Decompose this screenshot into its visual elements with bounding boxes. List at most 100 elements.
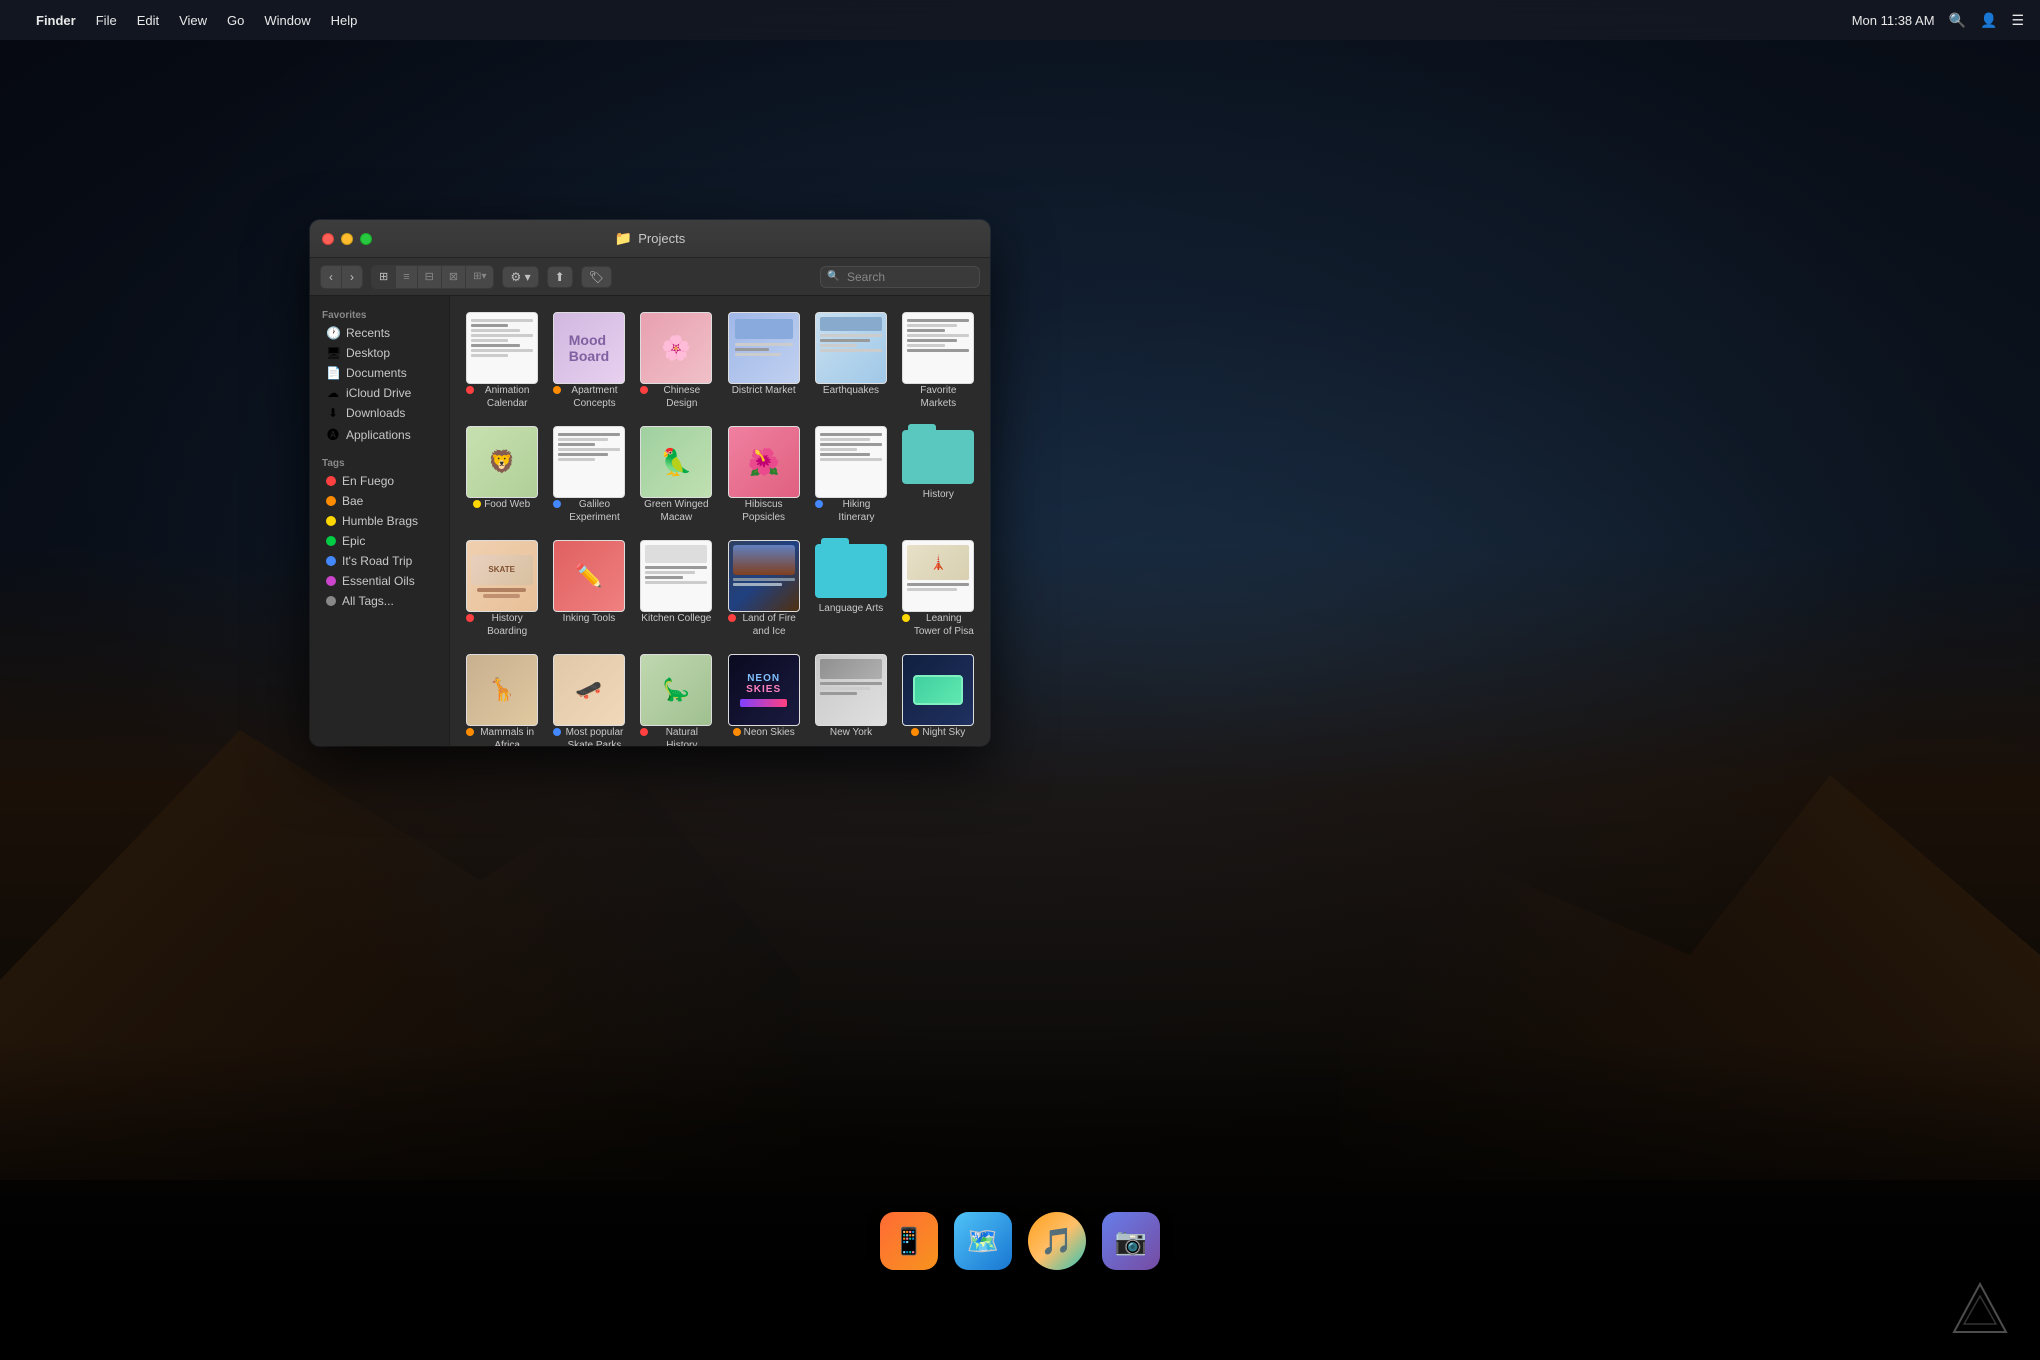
dock-icon-3[interactable]: 🎵 [1028, 1212, 1086, 1270]
file-favorite-markets[interactable]: Favorite Markets [897, 306, 980, 416]
file-history-boarding[interactable]: SKATE History Boarding [460, 534, 543, 644]
file-new-york[interactable]: New York [809, 648, 892, 746]
minimize-button[interactable] [341, 233, 353, 245]
search-input[interactable]: Search [820, 266, 980, 288]
view-gallery-mode[interactable]: ⊠ [442, 266, 466, 288]
essential-oils-dot [326, 576, 336, 586]
help-menu[interactable]: Help [331, 13, 358, 28]
file-leaning-tower[interactable]: 🗼 Leaning Tower of Pisa [897, 534, 980, 644]
audience-area: 📱 🗺️ 🎵 📷 [0, 1040, 2040, 1360]
animation-calendar-thumb [466, 312, 538, 384]
file-night-sky[interactable]: Night Sky [897, 648, 980, 746]
view-mode-buttons: ⊞ ≡ ⊟ ⊠ ⊞▾ [371, 265, 494, 289]
sidebar-item-applications[interactable]: 🅐 Applications [314, 423, 445, 446]
close-button[interactable] [322, 233, 334, 245]
bae-label: Bae [342, 494, 363, 508]
epic-dot [326, 536, 336, 546]
sidebar-tag-essential-oils[interactable]: Essential Oils [314, 571, 445, 591]
sidebar-item-recents[interactable]: 🕐 Recents [314, 323, 445, 343]
sidebar-tag-epic[interactable]: Epic [314, 531, 445, 551]
natural-history-name: Natural History [640, 726, 712, 746]
file-galileo[interactable]: Galileo Experiment [547, 420, 630, 530]
edit-menu[interactable]: Edit [137, 13, 159, 28]
apartment-concepts-name: Apartment Concepts [553, 384, 625, 410]
bae-dot [326, 496, 336, 506]
green-macaw-thumb: 🦜 [640, 426, 712, 498]
view-menu[interactable]: View [179, 13, 207, 28]
maximize-button[interactable] [360, 233, 372, 245]
file-language-arts[interactable]: Language Arts [809, 534, 892, 644]
sidebar-item-icloud[interactable]: ☁ iCloud Drive [314, 383, 445, 403]
window-menu[interactable]: Window [264, 13, 310, 28]
view-list-mode[interactable]: ≡ [396, 266, 417, 288]
language-arts-folder-thumb [815, 540, 887, 598]
menu-menubar-icon[interactable]: ☰ [2011, 12, 2024, 29]
apartment-concepts-thumb: MoodBoard [553, 312, 625, 384]
dock-icon-2[interactable]: 🗺️ [954, 1212, 1012, 1270]
history-folder-thumb [902, 426, 974, 484]
sidebar-item-documents[interactable]: 📄 Documents [314, 363, 445, 383]
view-extra-mode[interactable]: ⊞▾ [466, 266, 493, 288]
menubar-left: Finder File Edit View Go Window Help [16, 13, 1852, 28]
file-inking-tools[interactable]: ✏️ Inking Tools [547, 534, 630, 644]
sidebar-item-desktop[interactable]: 🖥 Desktop [314, 343, 445, 363]
file-history[interactable]: History [897, 420, 980, 530]
sidebar-tag-bae[interactable]: Bae [314, 491, 445, 511]
file-mammals-africa[interactable]: 🦒 Mammals in Africa [460, 648, 543, 746]
hiking-name: Hiking Itinerary [815, 498, 887, 524]
new-york-name: New York [830, 726, 872, 739]
language-arts-name: Language Arts [819, 602, 884, 615]
inking-tools-name: Inking Tools [563, 612, 616, 625]
road-trip-label: It's Road Trip [342, 554, 412, 568]
skate-dot [553, 728, 561, 736]
file-skate-parks[interactable]: 🛹 Most popular Skate Parks [547, 648, 630, 746]
view-icon-mode[interactable]: ⊞ [372, 266, 396, 288]
search-menubar-icon[interactable]: 🔍 [1949, 12, 1966, 29]
favorite-markets-name: Favorite Markets [902, 384, 974, 410]
sidebar-tag-all-tags[interactable]: All Tags... [314, 591, 445, 611]
toolbar-tag-button[interactable]: 🏷 [581, 266, 612, 288]
file-animation-calendar[interactable]: Animation Calendar [460, 306, 543, 416]
galileo-dot [553, 500, 561, 508]
sidebar-tag-en-fuego[interactable]: En Fuego [314, 471, 445, 491]
dock: 📱 🗺️ 🎵 📷 [880, 1212, 1160, 1270]
file-kitchen-college[interactable]: Kitchen College [635, 534, 718, 644]
file-menu[interactable]: File [96, 13, 117, 28]
land-fire-ice-name: Land of Fire and Ice [728, 612, 800, 638]
finder-content: Favorites 🕐 Recents 🖥 Desktop 📄 Document… [310, 296, 990, 746]
toolbar-share-button[interactable]: ⬆ [547, 266, 573, 288]
galileo-thumb [553, 426, 625, 498]
file-hiking[interactable]: Hiking Itinerary [809, 420, 892, 530]
file-hibiscus[interactable]: 🌺 Hibiscus Popsicles [722, 420, 805, 530]
favorite-markets-thumb [902, 312, 974, 384]
file-earthquakes[interactable]: Earthquakes [809, 306, 892, 416]
window-title: 📁 Projects [615, 230, 685, 247]
dock-icon-1[interactable]: 📱 [880, 1212, 938, 1270]
sidebar-tag-road-trip[interactable]: It's Road Trip [314, 551, 445, 571]
go-menu[interactable]: Go [227, 13, 244, 28]
toolbar-action-button[interactable]: ⚙ ▾ [502, 266, 538, 288]
nav-buttons: ‹ › [320, 265, 363, 289]
road-trip-dot [326, 556, 336, 566]
window-title-text: Projects [638, 231, 685, 246]
forward-button[interactable]: › [342, 266, 362, 288]
view-column-mode[interactable]: ⊟ [418, 266, 442, 288]
file-food-web[interactable]: 🦁 Food Web [460, 420, 543, 530]
file-green-macaw[interactable]: 🦜 Green Winged Macaw [635, 420, 718, 530]
all-tags-dot [326, 596, 336, 606]
sidebar-item-downloads[interactable]: ⬇ Downloads [314, 403, 445, 423]
natural-history-thumb: 🦕 [640, 654, 712, 726]
back-button[interactable]: ‹ [321, 266, 342, 288]
sidebar-tag-humble-brags[interactable]: Humble Brags [314, 511, 445, 531]
account-menubar-icon[interactable]: 👤 [1980, 12, 1997, 29]
file-natural-history[interactable]: 🦕 Natural History [635, 648, 718, 746]
dock-icon-4[interactable]: 📷 [1102, 1212, 1160, 1270]
file-chinese-design[interactable]: 🌸 Chinese Design [635, 306, 718, 416]
apartment-dot [553, 386, 561, 394]
file-district-market[interactable]: District Market [722, 306, 805, 416]
file-neon-skies[interactable]: NEON SKIES Neon Skies [722, 648, 805, 746]
downloads-label: Downloads [346, 406, 405, 420]
file-apartment-concepts[interactable]: MoodBoard Apartment Concepts [547, 306, 630, 416]
file-land-fire-ice[interactable]: Land of Fire and Ice [722, 534, 805, 644]
finder-menu[interactable]: Finder [36, 13, 76, 28]
